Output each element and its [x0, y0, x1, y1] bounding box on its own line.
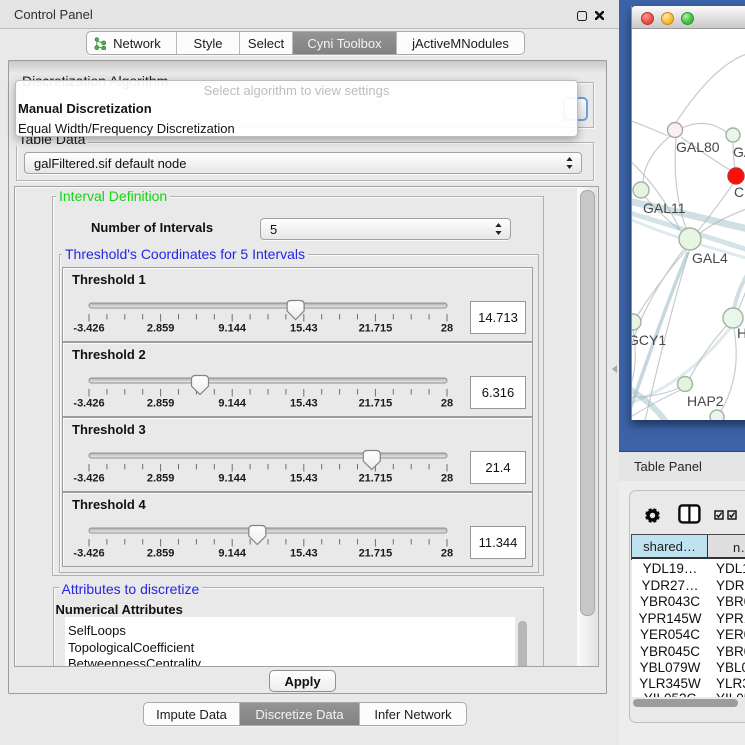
svg-text:-3.426: -3.426 [73, 398, 104, 410]
svg-text:GAL80: GAL80 [676, 139, 720, 155]
svg-text:-3.426: -3.426 [73, 323, 104, 335]
svg-text:GA: GA [733, 144, 745, 160]
svg-text:GAL11: GAL11 [643, 200, 686, 216]
svg-text:28: 28 [441, 473, 453, 485]
svg-text:-3.426: -3.426 [73, 473, 104, 485]
svg-text:9.144: 9.144 [218, 323, 246, 335]
svg-text:9.144: 9.144 [218, 398, 246, 410]
svg-text:2.859: 2.859 [147, 398, 175, 410]
svg-text:15.43: 15.43 [290, 398, 318, 410]
svg-text:2.859: 2.859 [147, 548, 175, 560]
svg-text:15.43: 15.43 [290, 473, 318, 485]
svg-text:2.859: 2.859 [147, 323, 175, 335]
svg-text:GCY1: GCY1 [631, 332, 666, 348]
svg-text:28: 28 [441, 323, 453, 335]
svg-text:9.144: 9.144 [218, 548, 246, 560]
svg-text:2.859: 2.859 [147, 473, 175, 485]
svg-text:H: H [737, 325, 745, 341]
svg-text:21.715: 21.715 [359, 473, 393, 485]
svg-text:28: 28 [441, 548, 453, 560]
svg-text:28: 28 [441, 398, 453, 410]
svg-text:HAP2: HAP2 [687, 393, 724, 409]
svg-text:15.43: 15.43 [290, 323, 318, 335]
svg-text:21.715: 21.715 [359, 398, 393, 410]
svg-text:GAL4: GAL4 [692, 250, 728, 266]
svg-text:9.144: 9.144 [218, 473, 246, 485]
svg-text:C: C [734, 184, 744, 200]
svg-text:21.715: 21.715 [359, 323, 393, 335]
svg-text:-3.426: -3.426 [73, 548, 104, 560]
svg-text:21.715: 21.715 [359, 548, 393, 560]
svg-text:15.43: 15.43 [290, 548, 318, 560]
